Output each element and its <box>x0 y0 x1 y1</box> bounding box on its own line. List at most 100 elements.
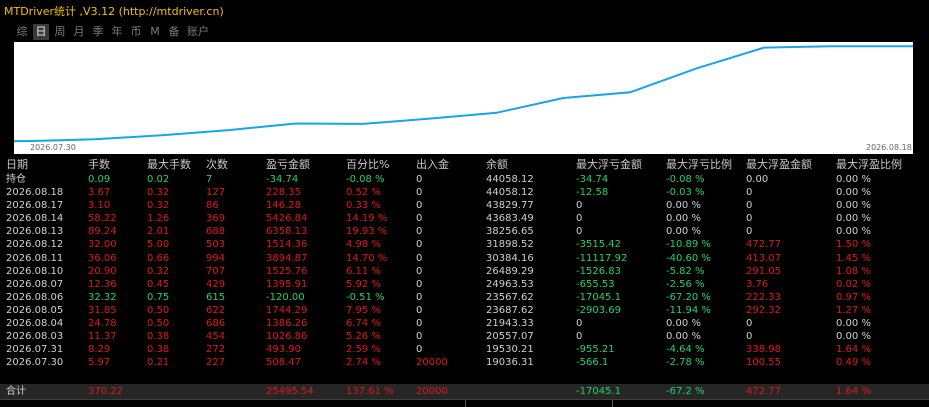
cell-max-float-loss-pct: 0.00 % <box>666 331 701 343</box>
table-row[interactable]: 2026.08.10 20.90 0.32 707 1525.76 6.11 % 0 2648… <box>0 265 929 278</box>
cell-pnl: -34.74 <box>266 174 299 185</box>
cell-lots: 0.09 <box>88 174 111 185</box>
balance-point-2026.08.12 <box>629 91 632 94</box>
cell-date: 2026.08.06 <box>6 291 64 303</box>
table-row[interactable]: 2026.08.14 58.22 1.26 369 5426.84 14.19 % 0 436… <box>0 212 929 225</box>
column-header-lots: 手数 <box>88 158 110 171</box>
cell-balance: 44058.12 <box>486 174 534 185</box>
table-header: 日期 手数 最大手数 次数 盈亏金额 百分比% 出入金 余额 最大浮亏金额 最大浮亏比例 最大浮盈金… <box>0 157 929 173</box>
cell-count: 227 <box>206 357 226 369</box>
cell-max-float-profit: 413.07 <box>746 252 781 264</box>
cell-max-float-loss: -955.21 <box>576 344 615 356</box>
cell-max-float-profit-pct: 1.08 % <box>836 265 871 277</box>
tab-3[interactable]: 月 <box>71 24 87 40</box>
cell-max-float-loss: -17045.1 <box>576 291 621 303</box>
cell-percent: 19.93 % <box>346 226 388 238</box>
balance-point-2026.08.04 <box>227 129 230 131</box>
cell-max-float-profit-pct: 1.64 % <box>836 344 871 356</box>
column-header-pnl: 盈亏金额 <box>266 158 310 171</box>
cell-max-float-profit: 472.77 <box>746 239 781 251</box>
cell-max-lots: 0.66 <box>147 252 170 264</box>
cell-max-float-profit-pct: 0.00 % <box>836 213 871 225</box>
balance-point-2026.07.30 <box>27 140 29 142</box>
cell-max-float-profit-pct: 1.45 % <box>836 252 871 264</box>
cell-max-float-profit: 0 <box>746 318 753 330</box>
tab-6[interactable]: 币 <box>128 24 144 40</box>
cell-percent: -0.51 % <box>346 291 385 303</box>
cell-max-float-loss-pct: -11.94 % <box>666 304 711 316</box>
cell-max-float-loss: -11117.92 <box>576 252 628 264</box>
table-row[interactable]: 2026.08.07 12.36 0.45 429 1395.91 5.92 % 0 2496… <box>0 278 929 291</box>
cell-lots: 3.67 <box>88 187 111 199</box>
tab-8[interactable]: 备 <box>166 24 182 40</box>
balance-point-2026.08.06 <box>361 123 364 125</box>
cell-max-float-loss: -3515.42 <box>576 239 621 251</box>
table-total-row: 合计 370.22 25495.54 137.61 % 20000 -17045.1 -67… <box>0 384 929 399</box>
table-row[interactable]: 2026.08.05 31.85 0.50 622 1744.29 7.95 % 0 2368… <box>0 304 929 317</box>
cell-max-float-loss: 0 <box>576 331 583 343</box>
cell-max-float-loss-pct: 0.00 % <box>666 200 701 212</box>
table-row[interactable]: 2026.08.18 3.67 0.32 127 228.35 0.52 % 0 44058.… <box>0 186 929 199</box>
tab-0[interactable]: 综 <box>14 24 30 40</box>
cell-max-float-profit-pct: 0.00 % <box>836 200 871 212</box>
cell-balance: 30384.16 <box>486 252 534 264</box>
cell-max-lots: 2.01 <box>147 226 170 238</box>
cell-max-float-profit-pct: 1.27 % <box>836 304 871 316</box>
cell-date: 2026.07.30 <box>6 357 64 369</box>
balance-point-2026.08.11 <box>562 97 565 99</box>
table-row[interactable]: 2026.08.12 32.00 5.00 503 1514.36 4.98 % 0 3189… <box>0 238 929 251</box>
cell-count: 686 <box>206 318 226 330</box>
balance-point-2026.08.10 <box>495 112 498 114</box>
cell-max-float-profit-pct: 0.49 % <box>836 357 871 369</box>
tab-4[interactable]: 季 <box>90 24 106 40</box>
cell-lots: 3.10 <box>88 200 111 212</box>
total-max-float-profit: 472.77 <box>746 386 781 397</box>
cell-deposit: 20000 <box>416 357 448 369</box>
tab-7[interactable]: M <box>147 24 163 40</box>
cell-max-float-loss-pct: 0.00 % <box>666 213 701 225</box>
cell-max-lots: 0.02 <box>147 174 170 185</box>
table-row[interactable]: 2026.08.06 32.32 0.75 615 -120.00 -0.51 % 0 235… <box>0 291 929 304</box>
cell-balance: 38256.65 <box>486 226 534 238</box>
cell-balance: 31898.52 <box>486 239 534 251</box>
cell-count: 429 <box>206 278 226 290</box>
table-row[interactable]: 2026.08.03 11.37 0.38 454 1026.86 5.26 % 0 2055… <box>0 330 929 343</box>
column-header-count: 次数 <box>206 158 228 171</box>
tab-2[interactable]: 周 <box>52 24 68 40</box>
cell-balance: 20557.07 <box>486 331 534 343</box>
balance-point-2026.08.18 <box>897 45 899 47</box>
cell-percent: 6.74 % <box>346 318 381 330</box>
cell-lots: 58.22 <box>88 213 117 225</box>
table-row[interactable]: 2026.08.13 89.24 2.01 688 6358.13 19.93 % 0 382… <box>0 225 929 238</box>
table-row[interactable]: 2026.08.11 36.06 0.66 994 3894.87 14.70 % 0 303… <box>0 252 929 265</box>
balance-point-2026.08.14 <box>763 46 765 49</box>
cell-deposit: 0 <box>416 291 423 303</box>
tab-9[interactable]: 账户 <box>185 24 211 40</box>
cell-max-float-loss-pct: -67.20 % <box>666 291 711 303</box>
cell-percent: 0.33 % <box>346 200 381 212</box>
cell-max-float-loss: -1526.83 <box>576 265 621 277</box>
cell-pnl: 6358.13 <box>266 226 308 238</box>
cell-deposit: 0 <box>416 226 423 238</box>
column-header-balance: 余额 <box>486 158 508 171</box>
tab-1[interactable]: 日 <box>33 24 49 40</box>
cell-max-float-loss-pct: 0.00 % <box>666 318 701 330</box>
cell-date: 2026.08.13 <box>6 226 64 238</box>
cell-count: 615 <box>206 291 226 303</box>
cell-max-lots: 0.32 <box>147 265 170 277</box>
table-row[interactable]: 持仓 0.09 0.02 7 -34.74 -0.08 % 0 44058.12 -34.74 -… <box>0 173 929 186</box>
cell-max-lots: 0.32 <box>147 200 170 212</box>
table-row[interactable]: 2026.07.30 5.97 0.21 227 508.47 2.74 % 20000 19… <box>0 356 929 369</box>
cell-lots: 36.06 <box>88 252 117 264</box>
cell-lots: 12.36 <box>88 278 117 290</box>
column-header-deposit: 出入金 <box>416 158 449 171</box>
column-header-max-float-profit: 最大浮盈金额 <box>746 158 812 171</box>
table-row[interactable]: 2026.08.04 24.78 0.50 686 1386.26 6.74 % 0 2194… <box>0 317 929 330</box>
table-row[interactable]: 2026.07.31 8.29 0.38 272 493.90 2.59 % 0 19530.… <box>0 343 929 356</box>
table-row[interactable]: 2026.08.17 3.10 0.32 86 146.28 0.33 % 0 43829.7… <box>0 199 929 212</box>
balance-point-2026.08.05 <box>294 122 297 125</box>
tab-5[interactable]: 年 <box>109 24 125 40</box>
cell-count: 503 <box>206 239 226 251</box>
cell-percent: 6.11 % <box>346 265 381 277</box>
cell-max-float-profit: 292.32 <box>746 304 781 316</box>
